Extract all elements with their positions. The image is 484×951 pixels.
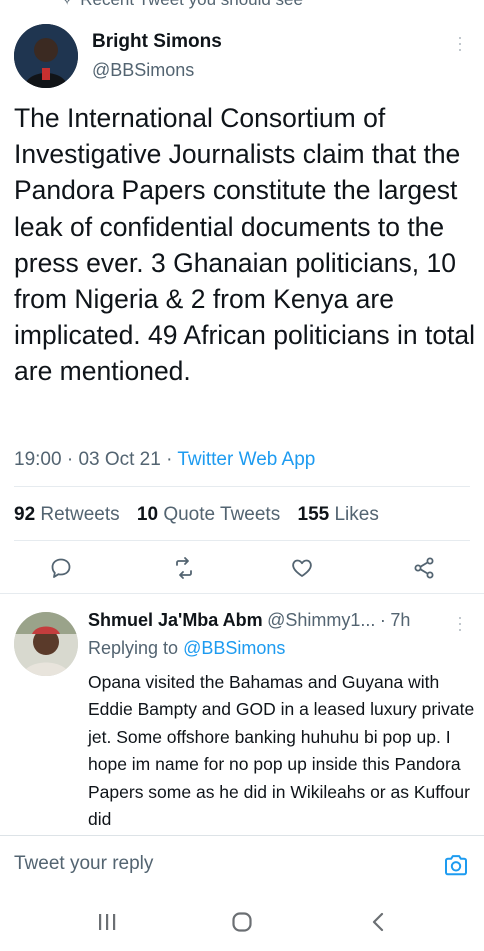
replying-to-line: Replying to @BBSimons [88,638,286,658]
share-icon[interactable] [412,556,436,580]
tweet-stats: 92 Retweets 10 Quote Tweets 155 Likes [14,504,391,526]
author-name[interactable]: Bright Simons [92,31,222,53]
reply-text: Opana visited the Bahamas and Guyana wit… [88,672,475,830]
likes-stat[interactable]: 155 Likes [298,504,379,525]
author-handle[interactable]: @BBSimons [92,60,194,81]
reply-author-avatar[interactable] [14,612,78,676]
recommended-tweet-header: ✧Recent Tweet you should see [60,0,303,10]
retweet-icon[interactable] [172,556,196,580]
heart-icon[interactable] [290,556,314,580]
divider [14,540,470,541]
reply-more-options-icon[interactable]: · · · [456,608,464,638]
tweet-time: 19:00 [14,449,62,470]
tweet-client-link[interactable]: Twitter Web App [177,449,315,470]
reply-icon[interactable] [49,556,73,580]
reply-header: Shmuel Ja'Mba Abm @Shimmy1... · 7h [88,610,411,630]
camera-icon[interactable] [443,852,469,878]
back-icon[interactable] [369,911,389,933]
recent-apps-icon[interactable] [97,912,117,932]
more-options-icon[interactable]: · · · [456,28,464,58]
reply-author-name[interactable]: Shmuel Ja'Mba Abm [88,610,263,630]
divider [14,486,470,487]
retweets-stat[interactable]: 92 Retweets [14,504,120,525]
author-avatar[interactable] [14,24,78,88]
reply-age: 7h [390,610,411,630]
divider [0,835,484,836]
tweet-text: The International Consortium of Investig… [14,103,476,387]
replying-to-handle-link[interactable]: @BBSimons [183,638,285,658]
divider [0,593,484,594]
reply-author-handle[interactable]: @Shimmy1... [267,610,375,630]
reply-input[interactable]: Tweet your reply [14,853,153,875]
quotes-stat[interactable]: 10 Quote Tweets [137,504,280,525]
tweet-date: 03 Oct 21 [78,449,161,470]
tweet-meta: 19:00 · 03 Oct 21 · Twitter Web App [14,449,316,470]
system-navigation-bar [0,895,484,951]
home-icon[interactable] [231,911,253,933]
sparkle-icon: ✧ [60,0,74,9]
